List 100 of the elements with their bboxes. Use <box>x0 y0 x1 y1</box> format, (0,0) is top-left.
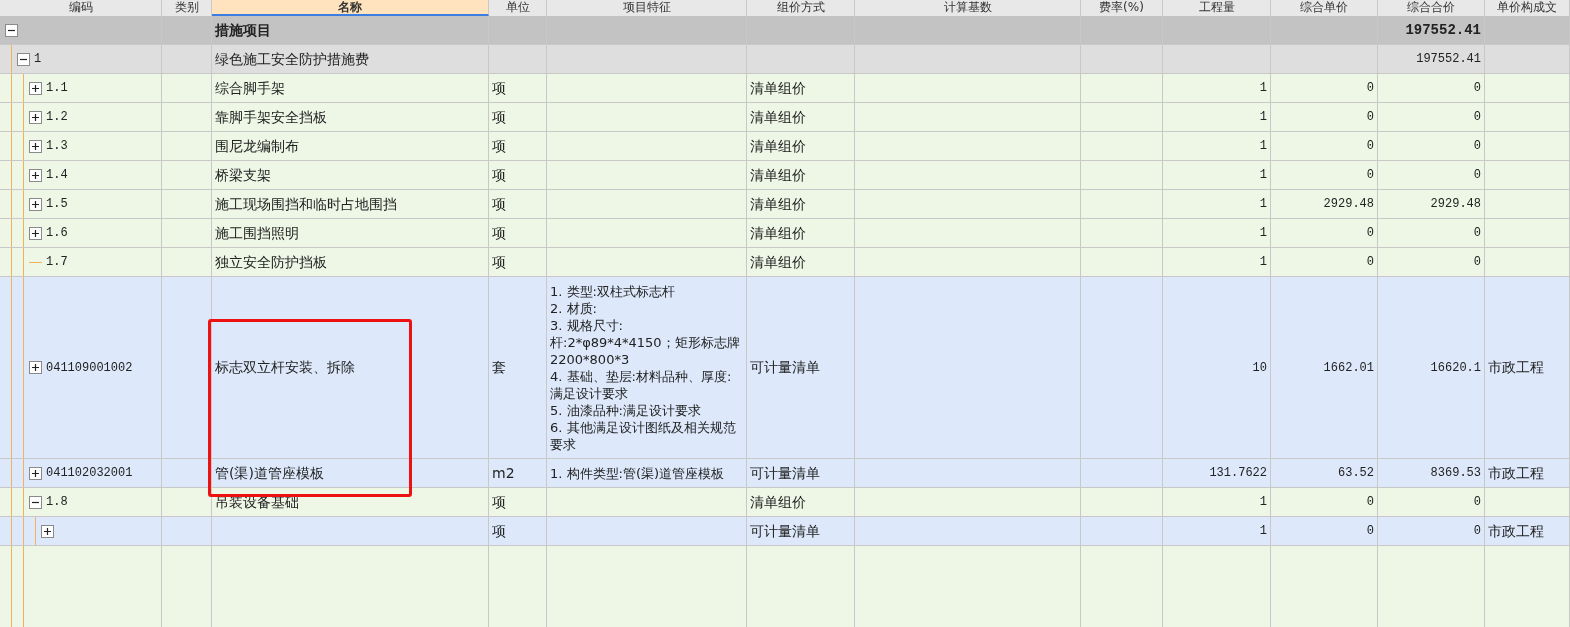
total-price-value: 16620.1 <box>1430 359 1481 377</box>
plus-icon <box>31 170 40 180</box>
item-code: 1.8 <box>46 494 68 511</box>
expand-toggle[interactable] <box>29 110 42 124</box>
total-price-value: 0 <box>1473 80 1481 97</box>
pricing-method: 可计量清单 <box>750 521 820 541</box>
quantity-value: 1 <box>1259 196 1267 213</box>
expand-toggle[interactable] <box>29 168 42 182</box>
unit-text: 项 <box>492 78 506 98</box>
item-name: 桥梁支架 <box>215 165 271 185</box>
total-price-value: 197552.41 <box>1416 51 1481 68</box>
column-header[interactable]: 名称 <box>212 0 489 16</box>
plus-icon <box>31 468 40 478</box>
unit-price-value: 0 <box>1366 254 1374 271</box>
item-name: 独立安全防护挡板 <box>215 252 327 272</box>
expand-toggle[interactable] <box>17 52 30 66</box>
item-code: 1 <box>34 51 42 68</box>
unit-price-value: 0 <box>1366 225 1374 242</box>
plus-icon <box>31 83 40 93</box>
column-header[interactable]: 组价方式 <box>747 0 855 16</box>
column-header[interactable]: 单位 <box>489 0 547 16</box>
expand-toggle[interactable] <box>29 139 42 153</box>
expand-toggle[interactable] <box>29 81 42 95</box>
unit-price-value: 0 <box>1366 80 1374 97</box>
total-price-value: 197552.41 <box>1405 20 1481 40</box>
expand-toggle[interactable] <box>29 466 42 480</box>
item-name: 施工现场围挡和临时占地围挡 <box>215 194 397 214</box>
column-header[interactable]: 费率(%) <box>1081 0 1163 16</box>
unit-text: m2 <box>492 463 515 483</box>
item-name: 绿色施工安全防护措施费 <box>215 49 369 69</box>
item-code: 1.3 <box>46 138 68 155</box>
column-header[interactable]: 综合合价 <box>1378 0 1485 16</box>
composition-text: 市政工程 <box>1488 358 1544 377</box>
pricing-method: 清单组价 <box>750 223 806 243</box>
unit-text: 项 <box>492 521 506 541</box>
total-price-value: 0 <box>1473 167 1481 184</box>
unit-text: 项 <box>492 165 506 185</box>
expand-toggle[interactable] <box>29 361 42 374</box>
quantity-value: 1 <box>1259 225 1267 242</box>
column-header[interactable]: 计算基数 <box>855 0 1081 16</box>
item-code: 1.6 <box>46 225 68 242</box>
total-price-value: 0 <box>1473 225 1481 242</box>
column-header[interactable]: 类别 <box>162 0 212 16</box>
unit-price-value: 0 <box>1366 523 1374 540</box>
pricing-method: 清单组价 <box>750 492 806 512</box>
unit-text: 项 <box>492 252 506 272</box>
item-code: 1.1 <box>46 80 68 97</box>
expand-toggle[interactable] <box>29 495 42 509</box>
quantity-value: 10 <box>1252 359 1267 377</box>
quantity-value: 1 <box>1259 254 1267 271</box>
total-price-value: 0 <box>1473 494 1481 511</box>
column-header[interactable]: 项目特征 <box>547 0 747 16</box>
feature-text: 1. 类型:双柱式标志杆 2. 材质: 3. 规格尺寸:杆:2*φ89*4*4150；矩形标志牌2200*800*3 4. 基础、垫层:材料品种、厚度:满足设计要求 5. 油漆品种:满足设计要求 6. 其他满足设计图纸及相关规范要求 <box>550 282 741 453</box>
item-name: 围尼龙编制布 <box>215 136 299 156</box>
total-price-value: 0 <box>1473 254 1481 271</box>
total-price-value: 0 <box>1473 109 1481 126</box>
tree-line <box>29 261 42 263</box>
pricing-method: 清单组价 <box>750 165 806 185</box>
pricing-method: 可计量清单 <box>750 358 820 377</box>
item-code: 1.5 <box>46 196 68 213</box>
quantity-value: 131.7622 <box>1209 465 1267 482</box>
plus-icon <box>43 526 52 536</box>
item-code: 041102032001 <box>46 465 133 482</box>
unit-price-value: 1662.01 <box>1323 359 1374 377</box>
plus-icon <box>31 363 40 372</box>
plus-icon <box>31 228 40 238</box>
expand-toggle[interactable] <box>29 226 42 240</box>
unit-price-value: 0 <box>1366 167 1374 184</box>
unit-price-value: 2929.48 <box>1323 196 1374 213</box>
unit-text: 项 <box>492 492 506 512</box>
item-name: 标志双立杆安装、拆除 <box>215 358 355 377</box>
expand-toggle[interactable] <box>29 197 42 211</box>
plus-icon <box>31 199 40 209</box>
plus-icon <box>31 141 40 151</box>
item-code: 1.2 <box>46 109 68 126</box>
feature-text: 1. 构件类型:管(渠)道管座模板 <box>550 464 726 482</box>
unit-text: 项 <box>492 107 506 127</box>
column-header[interactable]: 编码 <box>0 0 162 16</box>
unit-price-value: 0 <box>1366 138 1374 155</box>
item-name: 措施项目 <box>215 20 271 40</box>
column-header[interactable]: 单价构成文 <box>1485 0 1570 16</box>
expand-toggle[interactable] <box>41 524 54 538</box>
item-code: 1.7 <box>46 254 68 271</box>
quantity-value: 1 <box>1259 523 1267 540</box>
pricing-method: 清单组价 <box>750 107 806 127</box>
item-name: 施工围挡照明 <box>215 223 299 243</box>
column-header[interactable]: 综合单价 <box>1271 0 1378 16</box>
expand-toggle[interactable] <box>5 23 18 37</box>
total-price-value: 0 <box>1473 523 1481 540</box>
pricing-method: 清单组价 <box>750 78 806 98</box>
composition-text: 市政工程 <box>1488 463 1544 483</box>
column-header[interactable]: 工程量 <box>1163 0 1271 16</box>
plus-icon <box>31 112 40 122</box>
item-name: 靠脚手架安全挡板 <box>215 107 327 127</box>
unit-price-value: 0 <box>1366 109 1374 126</box>
pricing-method: 清单组价 <box>750 136 806 156</box>
unit-price-value: 63.52 <box>1338 465 1374 482</box>
quantity-value: 1 <box>1259 494 1267 511</box>
total-price-value: 2929.48 <box>1430 196 1481 213</box>
item-code: 1.4 <box>46 167 68 184</box>
